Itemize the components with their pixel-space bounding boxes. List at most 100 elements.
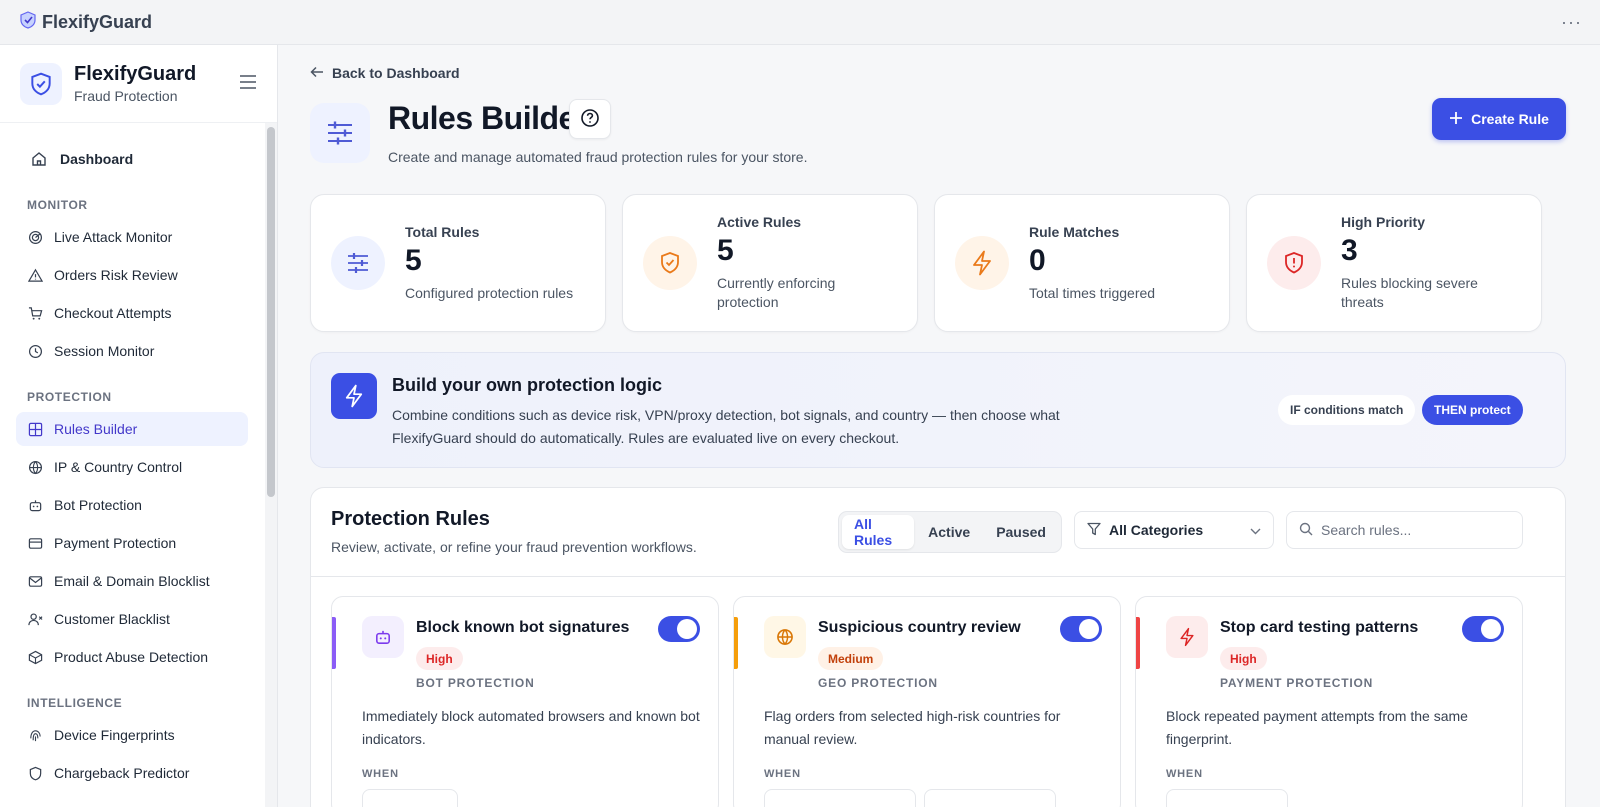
zap-icon [331, 373, 377, 419]
condition-chips [764, 789, 1056, 807]
fingerprint-icon [26, 726, 44, 744]
rule-toggle[interactable] [1060, 616, 1102, 642]
stat-value: 3 [1341, 234, 1358, 267]
scrollbar-thumb[interactable] [267, 127, 275, 497]
rule-accent-bar [734, 617, 738, 669]
user-x-icon [26, 610, 44, 628]
filter-icon [1087, 522, 1101, 539]
bot-icon [362, 616, 404, 658]
tab-paused[interactable]: Paused [984, 515, 1058, 549]
sidebar-brand-tagline: Fraud Protection [74, 88, 178, 104]
stats-row: Total Rules 5 Configured protection rule… [310, 194, 1542, 332]
mail-icon [26, 572, 44, 590]
search-rules [1286, 511, 1523, 549]
app-brand: FlexifyGuard [18, 10, 152, 35]
sidebar: FlexifyGuard Fraud Protection Dashboard … [0, 45, 278, 807]
rule-name: Stop card testing patterns [1220, 619, 1419, 636]
stat-desc: Total times triggered [1029, 284, 1156, 301]
stat-value: 5 [405, 243, 422, 277]
rule-card[interactable]: Suspicious country review Medium GEO PRO… [733, 596, 1121, 807]
sidebar-item-label: Product Abuse Detection [54, 649, 209, 665]
condition-chip [1166, 789, 1288, 807]
menu-toggle-icon[interactable] [239, 75, 257, 92]
sidebar-item-ip-country-control[interactable]: IP & Country Control [16, 450, 248, 484]
info-banner: Build your own protection logic Combine … [310, 352, 1566, 468]
rule-category: PAYMENT PROTECTION [1220, 676, 1374, 690]
create-rule-label: Create Rule [1471, 111, 1549, 127]
rules-filter-tabs: All Rules Active Paused [838, 511, 1062, 553]
zap-icon [1166, 616, 1208, 658]
shield-check-icon [643, 236, 697, 290]
credit-card-icon [26, 534, 44, 552]
rule-card[interactable]: Block known bot signatures High BOT PROT… [331, 596, 719, 807]
category-select[interactable]: All Categories [1074, 511, 1274, 549]
sidebar-item-label: Rules Builder [54, 421, 138, 437]
sidebar-item-label: Customer Blacklist [54, 611, 170, 627]
stat-value: 0 [1029, 243, 1046, 277]
clock-icon [26, 342, 44, 360]
help-button[interactable] [569, 99, 611, 139]
sidebar-item-live-attack-monitor[interactable]: Live Attack Monitor [16, 220, 248, 254]
sidebar-brand-name: FlexifyGuard [74, 63, 197, 85]
priority-badge: Medium [818, 647, 884, 670]
when-label: WHEN [764, 768, 801, 780]
globe-icon [26, 458, 44, 476]
stat-card-active-rules: Active Rules 5 Currently enforcing prote… [622, 194, 918, 332]
sidebar-item-rules-builder[interactable]: Rules Builder [16, 412, 248, 446]
then-protect-pill[interactable]: THEN protect [1422, 395, 1523, 425]
condition-chip [362, 789, 458, 807]
priority-badge: High [1220, 647, 1267, 670]
stat-value: 5 [717, 234, 734, 267]
zap-icon [955, 236, 1009, 290]
shield-icon [26, 764, 44, 782]
protection-rules-panel: Protection Rules Review, activate, or re… [310, 487, 1566, 807]
rule-description: Flag orders from selected high-risk coun… [764, 708, 1061, 747]
sidebar-item-orders-risk-review[interactable]: Orders Risk Review [16, 258, 248, 292]
sidebar-item-label: Orders Risk Review [54, 267, 178, 283]
rules-subtitle: Review, activate, or refine your fraud p… [331, 539, 697, 555]
search-input[interactable] [1321, 522, 1501, 538]
back-to-dashboard-link[interactable]: Back to Dashboard [310, 65, 460, 81]
if-conditions-pill[interactable]: IF conditions match [1278, 395, 1416, 425]
sidebar-item-label: Checkout Attempts [54, 305, 172, 321]
sidebar-item-label: Session Monitor [54, 343, 155, 359]
sidebar-item-customer-blacklist[interactable]: Customer Blacklist [16, 602, 248, 636]
rule-accent-bar [332, 617, 336, 669]
app-logo-icon [18, 10, 38, 35]
grid-icon [26, 420, 44, 438]
sidebar-item-label: Email & Domain Blocklist [54, 573, 210, 589]
more-horizontal-icon[interactable]: ··· [1561, 12, 1582, 33]
chevron-down-icon [1250, 522, 1261, 538]
condition-chips [362, 789, 458, 807]
sidebar-item-session-monitor[interactable]: Session Monitor [16, 334, 248, 368]
create-rule-button[interactable]: Create Rule [1432, 98, 1566, 140]
category-select-value: All Categories [1109, 522, 1204, 538]
condition-chips [1166, 789, 1288, 807]
stat-label: Total Rules [405, 223, 480, 240]
sidebar-item-bot-protection[interactable]: Bot Protection [16, 488, 248, 522]
sidebar-item-label: Payment Protection [54, 535, 177, 551]
stat-card-high-priority: High Priority 3 Rules blocking severe th… [1246, 194, 1542, 332]
rule-toggle[interactable] [1462, 616, 1504, 642]
rule-card[interactable]: Stop card testing patterns High PAYMENT … [1135, 596, 1523, 807]
tab-all-rules[interactable]: All Rules [842, 515, 915, 549]
top-bar: FlexifyGuard ··· [0, 0, 1600, 45]
priority-badge: High [416, 647, 463, 670]
sidebar-item-email-domain-blocklist[interactable]: Email & Domain Blocklist [16, 564, 248, 598]
sidebar-item-chargeback-predictor[interactable]: Chargeback Predictor [16, 756, 248, 790]
sidebar-item-product-abuse-detection[interactable]: Product Abuse Detection [16, 640, 248, 674]
sidebar-scrollbar[interactable] [265, 123, 277, 807]
tab-active[interactable]: Active [916, 515, 982, 549]
sliders-icon [310, 103, 370, 163]
warning-triangle-icon [26, 266, 44, 284]
sidebar-item-dashboard[interactable]: Dashboard [16, 142, 248, 176]
sidebar-item-checkout-attempts[interactable]: Checkout Attempts [16, 296, 248, 330]
sidebar-item-payment-protection[interactable]: Payment Protection [16, 526, 248, 560]
rule-toggle[interactable] [658, 616, 700, 642]
sidebar-item-device-fingerprints[interactable]: Device Fingerprints [16, 718, 248, 752]
stat-desc: Rules blocking severe threats [1341, 275, 1478, 310]
sidebar-header: FlexifyGuard Fraud Protection [0, 45, 277, 123]
stat-desc: Currently enforcing protection [717, 275, 836, 310]
sidebar-item-label: Chargeback Predictor [54, 765, 190, 781]
help-circle-icon [580, 108, 600, 131]
